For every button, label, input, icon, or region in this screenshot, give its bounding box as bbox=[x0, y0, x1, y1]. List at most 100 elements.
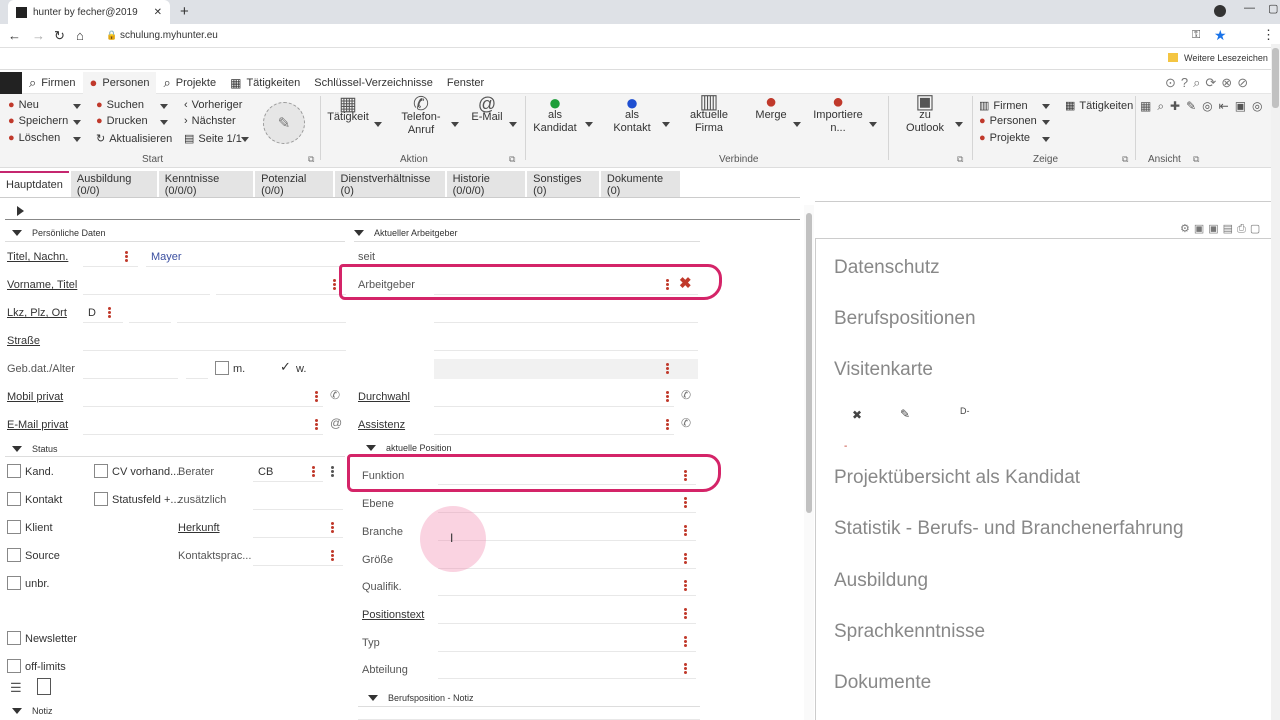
titel2-field[interactable] bbox=[216, 275, 346, 295]
export-icons[interactable]: ⚙▣▣▤⎙▢ bbox=[1180, 222, 1264, 236]
tab-potenzial[interactable]: Potenzial (0/0) bbox=[255, 171, 333, 197]
zeige-taetigkeiten-button[interactable]: ▦ Tätigkeiten bbox=[1065, 99, 1133, 113]
abteilung-field[interactable] bbox=[438, 659, 696, 679]
email-dropdown-icon[interactable] bbox=[509, 122, 517, 127]
berufsposition-notiz-field[interactable] bbox=[358, 708, 700, 720]
telefon-button[interactable]: ✆ Telefon- Anruf bbox=[396, 95, 446, 137]
verbinde-expand-icon[interactable]: ⧉ bbox=[957, 154, 963, 165]
positionstext-field[interactable] bbox=[438, 604, 696, 624]
suchen-button[interactable]: ● Suchen bbox=[96, 99, 144, 111]
loeschen-dropdown-icon[interactable] bbox=[73, 137, 81, 142]
zeige-personen-button[interactable]: ● Personen bbox=[979, 115, 1037, 127]
right-scrollbar[interactable] bbox=[1271, 44, 1280, 720]
mobil-kebab-icon[interactable] bbox=[315, 391, 318, 402]
lkz-field[interactable]: D bbox=[83, 303, 123, 323]
menu-personen[interactable]: ● Personen bbox=[82, 71, 157, 94]
tab-dienstverhaeltnisse[interactable]: Dienstverhältnisse (0) bbox=[334, 171, 445, 197]
section-persoenliche-daten[interactable]: Persönliche Daten bbox=[12, 228, 106, 238]
ebene-field[interactable] bbox=[438, 493, 696, 513]
neu-dropdown-icon[interactable] bbox=[73, 104, 81, 109]
expand-arrow-icon[interactable] bbox=[17, 206, 24, 216]
home-icon[interactable]: ⌂ bbox=[76, 28, 84, 43]
section-notiz[interactable]: Notiz bbox=[12, 706, 53, 716]
section-aktueller-arbeitgeber[interactable]: Aktueller Arbeitgeber bbox=[354, 228, 458, 238]
als-kontakt-button[interactable]: ● als Kontakt bbox=[607, 92, 657, 135]
forward-icon[interactable]: → bbox=[32, 28, 45, 43]
document-icon[interactable] bbox=[37, 678, 51, 695]
groesse-kebab-icon[interactable] bbox=[684, 553, 687, 564]
panel-ausbildung[interactable]: Ausbildung bbox=[834, 570, 928, 592]
tab-close-icon[interactable]: ✕ bbox=[154, 7, 162, 18]
panel-datenschutz[interactable]: Datenschutz bbox=[834, 257, 940, 279]
ansicht-icons[interactable]: ▦⌕✚✎◎⇤▣◎ bbox=[1140, 98, 1263, 114]
at-icon[interactable]: @ bbox=[330, 416, 342, 430]
naechster-button[interactable]: › Nächster bbox=[184, 115, 236, 127]
back-icon[interactable]: ← bbox=[8, 28, 21, 43]
panel-statistik[interactable]: Statistik - Berufs- und Branchenerfahrun… bbox=[834, 518, 1184, 540]
ort-field[interactable] bbox=[177, 303, 346, 323]
menu-fenster[interactable]: Fenster bbox=[440, 72, 491, 94]
telefon-dropdown-icon[interactable] bbox=[451, 122, 459, 127]
typ-kebab-icon[interactable] bbox=[684, 636, 687, 647]
outlook-dropdown-icon[interactable] bbox=[955, 122, 963, 127]
email-field[interactable] bbox=[83, 415, 323, 435]
zeige-projekte-dropdown-icon[interactable] bbox=[1042, 137, 1050, 142]
section-aktuelle-position[interactable]: aktuelle Position bbox=[366, 443, 452, 453]
minimize-icon[interactable]: — bbox=[1244, 2, 1255, 14]
panel-sprachkenntnisse[interactable]: Sprachkenntnisse bbox=[834, 621, 985, 643]
app-logo[interactable] bbox=[0, 71, 22, 94]
kontaktsprache-field[interactable] bbox=[253, 546, 343, 566]
new-tab-icon[interactable]: + bbox=[180, 3, 189, 20]
ansicht-expand-icon[interactable]: ⧉ bbox=[1193, 154, 1199, 165]
assistenz-field[interactable] bbox=[434, 415, 674, 435]
checkbox-kand[interactable] bbox=[7, 464, 21, 478]
mobil-field[interactable] bbox=[83, 387, 323, 407]
start-expand-icon[interactable]: ⧉ bbox=[308, 154, 314, 165]
nachname-field[interactable]: Mayer bbox=[146, 247, 346, 267]
arbeitgeber-extra-field[interactable] bbox=[434, 303, 698, 323]
seite-dropdown-icon[interactable] bbox=[241, 137, 249, 142]
titel2-kebab-icon[interactable] bbox=[333, 279, 336, 290]
menu-projekte[interactable]: ⌕ Projekte bbox=[156, 72, 223, 94]
durchwahl-field[interactable] bbox=[434, 387, 674, 407]
durchwahl-label[interactable]: Durchwahl bbox=[358, 391, 410, 403]
profile-icon[interactable] bbox=[1214, 5, 1226, 17]
scrollbar-thumb[interactable] bbox=[806, 213, 812, 513]
ebene-kebab-icon[interactable] bbox=[684, 497, 687, 508]
aktualisieren-button[interactable]: ↻ Aktualisieren bbox=[96, 132, 172, 146]
email-privat-label[interactable]: E-Mail privat bbox=[7, 419, 68, 431]
mobil-privat-label[interactable]: Mobil privat bbox=[7, 391, 63, 403]
readonly-kebab-icon[interactable] bbox=[666, 363, 669, 374]
titel-field[interactable] bbox=[83, 247, 138, 267]
checkbox-unbr[interactable] bbox=[7, 576, 21, 590]
tab-kenntnisse[interactable]: Kenntnisse (0/0/0) bbox=[158, 171, 254, 197]
kontaktsprache-kebab-icon[interactable] bbox=[331, 550, 334, 561]
seite-button[interactable]: ▤ Seite 1/1 bbox=[184, 132, 242, 146]
maximize-icon[interactable]: ▢ bbox=[1268, 2, 1278, 15]
typ-field[interactable] bbox=[438, 632, 696, 652]
positionstext-label[interactable]: Positionstext bbox=[362, 609, 424, 621]
berater-kebab-icon[interactable] bbox=[312, 466, 315, 477]
drucken-button[interactable]: ● Drucken bbox=[96, 115, 148, 127]
importieren-button[interactable]: ● Importiere n... bbox=[812, 92, 864, 135]
zeige-personen-dropdown-icon[interactable] bbox=[1042, 120, 1050, 125]
durchwahl-kebab-icon[interactable] bbox=[666, 391, 669, 402]
phone-icon[interactable]: ✆ bbox=[681, 388, 691, 402]
taetigkeit-dropdown-icon[interactable] bbox=[374, 122, 382, 127]
aktion-expand-icon[interactable]: ⧉ bbox=[509, 154, 515, 165]
panel-berufspositionen[interactable]: Berufspositionen bbox=[834, 308, 976, 330]
menu-taetigkeiten[interactable]: ▦ Tätigkeiten bbox=[223, 72, 307, 94]
panel-projektuebersicht[interactable]: Projektübersicht als Kandidat bbox=[834, 467, 1080, 489]
section-status[interactable]: Status bbox=[12, 444, 58, 454]
browser-menu-icon[interactable]: ⋮ bbox=[1262, 27, 1275, 43]
herkunft-field[interactable] bbox=[253, 518, 343, 538]
speichern-dropdown-icon[interactable] bbox=[73, 120, 81, 125]
strasse-field[interactable] bbox=[83, 331, 346, 351]
zeige-projekte-button[interactable]: ● Projekte bbox=[979, 132, 1030, 144]
strasse-label[interactable]: Straße bbox=[7, 335, 40, 347]
vorname-field[interactable] bbox=[83, 275, 210, 295]
alter-field[interactable] bbox=[186, 359, 208, 379]
menu-firmen[interactable]: ⌕ Firmen bbox=[22, 72, 83, 94]
branche-kebab-icon[interactable] bbox=[684, 525, 687, 536]
titel-nachname-label[interactable]: Titel, Nachn. bbox=[7, 251, 68, 263]
